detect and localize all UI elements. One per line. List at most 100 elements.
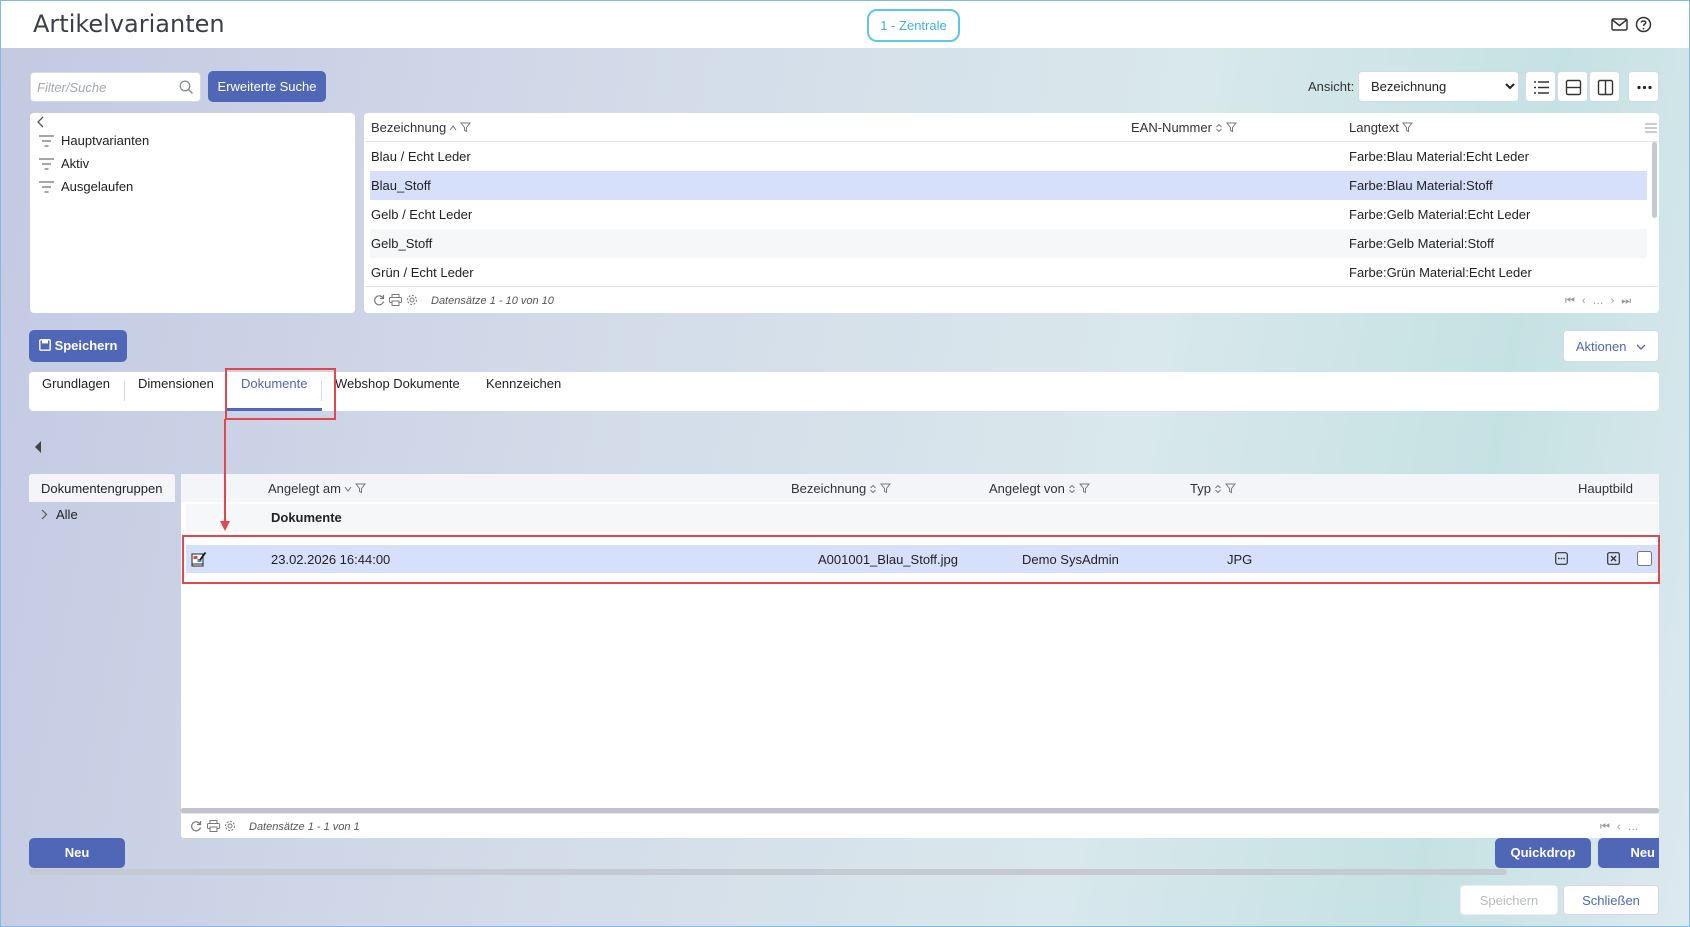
advanced-search-button[interactable]: Erweiterte Suche <box>208 71 326 102</box>
sort-icon <box>870 484 877 493</box>
cell-bezeichnung: Gelb_Stoff <box>371 236 433 251</box>
sort-desc-icon <box>344 486 352 492</box>
new-button-left[interactable]: Neu <box>29 838 125 868</box>
split-vertical-icon <box>1597 79 1614 96</box>
footer-divider <box>365 286 1658 287</box>
column-header-label: EAN-Nummer <box>1131 120 1212 135</box>
refresh-icon[interactable] <box>190 820 202 835</box>
settings-icon[interactable] <box>224 820 236 835</box>
chevron-right-icon <box>41 509 48 520</box>
pagination-icon[interactable]: ⏮‹…›⏭ <box>1565 295 1638 308</box>
chevron-down-icon <box>1636 344 1646 350</box>
mail-icon[interactable] <box>1611 16 1628 33</box>
filter-icon <box>1401 122 1413 133</box>
filter-item-label: Aktiv <box>61 156 90 171</box>
annotation-box-tab <box>225 368 336 420</box>
group-row-label: Dokumente <box>271 510 342 525</box>
group-row[interactable] <box>186 504 1659 532</box>
cell-bezeichnung: Blau_Stoff <box>371 178 431 193</box>
filter-item-label: Hauptvarianten <box>61 133 150 148</box>
table-row[interactable]: Gelb_Stoff Farbe:Gelb Material:Stoff <box>370 229 1647 258</box>
doc-groups-title: Dokumentengruppen <box>41 481 163 496</box>
list-view-button[interactable] <box>1525 71 1556 102</box>
new-button-right[interactable]: Neu <box>1598 838 1659 868</box>
help-icon[interactable] <box>1635 16 1652 33</box>
tab-grundlagen[interactable]: Grundlagen <box>42 376 110 391</box>
search-input[interactable] <box>31 73 169 101</box>
records-info: Datensätze 1 - 10 von 10 <box>431 295 554 307</box>
filter-lines-icon <box>39 157 54 170</box>
sort-icon <box>1215 484 1221 493</box>
bottom-scrollbar[interactable] <box>29 869 1507 875</box>
collapse-left-icon[interactable] <box>36 116 46 131</box>
cell-langtext: Farbe:Blau Material:Echt Leder <box>1349 149 1529 164</box>
filter-lines-icon <box>39 180 54 193</box>
scrollbar[interactable] <box>1652 142 1657 218</box>
column-header-langtext[interactable]: Langtext <box>1349 120 1413 135</box>
records-info: Datensätze 1 - 1 von 1 <box>249 821 360 833</box>
column-header-label: Typ <box>1190 481 1211 496</box>
more-options-button[interactable] <box>1628 71 1659 102</box>
table-row[interactable]: Gelb / Echt Leder Farbe:Gelb Material:Ec… <box>370 200 1647 229</box>
column-menu-icon[interactable] <box>1645 121 1657 136</box>
column-header-label: Hauptbild <box>1578 481 1633 496</box>
documents-grid-header <box>181 474 1659 502</box>
top-bar: Artikelvarianten 1 - Zentrale <box>1 1 1689 48</box>
doc-group-item-alle[interactable]: Alle <box>41 507 78 522</box>
actions-dropdown[interactable]: Aktionen <box>1563 330 1659 362</box>
quickdrop-button[interactable]: Quickdrop <box>1495 838 1591 868</box>
sort-icon <box>1216 123 1222 132</box>
cell-langtext: Farbe:Blau Material:Stoff <box>1349 178 1493 193</box>
filter-icon <box>355 483 366 494</box>
cell-langtext: Farbe:Grün Material:Echt Leder <box>1349 265 1532 280</box>
column-header-label: Angelegt am <box>268 481 341 496</box>
column-header-bezeichnung[interactable]: Bezeichnung <box>371 120 472 135</box>
close-button[interactable]: Schließen <box>1563 885 1659 915</box>
collapse-panel-icon[interactable] <box>34 440 42 457</box>
save-button-disabled: Speichern <box>1460 885 1558 915</box>
column-header-bezeichnung[interactable]: Bezeichnung <box>791 481 892 496</box>
print-icon[interactable] <box>389 294 402 309</box>
split-horizontal-icon <box>1565 79 1582 96</box>
view-select[interactable]: Bezeichnung <box>1358 71 1519 102</box>
table-row-selected[interactable]: Blau_Stoff Farbe:Blau Material:Stoff <box>370 171 1647 200</box>
cell-langtext: Farbe:Gelb Material:Stoff <box>1349 236 1494 251</box>
sort-asc-icon <box>449 124 457 130</box>
filter-icon <box>1078 483 1090 494</box>
filter-item-ausgelaufen[interactable]: Ausgelaufen <box>38 179 133 194</box>
pagination-icon[interactable]: ⏮‹… <box>1600 821 1646 834</box>
search-icon[interactable] <box>179 80 194 98</box>
filter-item-hauptvarianten[interactable]: Hauptvarianten <box>38 133 149 148</box>
settings-icon[interactable] <box>406 294 418 309</box>
doc-group-label: Alle <box>56 507 78 522</box>
tab-webshop-dokumente[interactable]: Webshop Dokumente <box>335 376 460 391</box>
branch-selector[interactable]: 1 - Zentrale <box>867 9 960 42</box>
filter-icon <box>1225 122 1237 133</box>
tab-separator <box>124 381 125 401</box>
column-header-angelegt-am[interactable]: Angelegt am <box>268 481 366 496</box>
table-row[interactable]: Grün / Echt Leder Farbe:Grün Material:Ec… <box>370 258 1647 284</box>
more-icon <box>1637 85 1652 90</box>
column-header-typ[interactable]: Typ <box>1190 481 1236 496</box>
filter-icon <box>1224 483 1236 494</box>
tab-kennzeichen[interactable]: Kennzeichen <box>486 376 561 391</box>
column-header-ean[interactable]: EAN-Nummer <box>1131 120 1237 135</box>
filter-lines-icon <box>39 134 54 147</box>
filter-item-label: Ausgelaufen <box>61 179 134 194</box>
view-label: Ansicht: <box>1308 79 1355 94</box>
save-button[interactable]: Speichern <box>29 330 127 362</box>
list-view-icon <box>1534 81 1549 94</box>
footer-divider <box>181 813 1659 814</box>
column-header-angelegt-von[interactable]: Angelegt von <box>989 481 1090 496</box>
table-row[interactable]: Blau / Echt Leder Farbe:Blau Material:Ec… <box>370 142 1647 171</box>
save-label: Speichern <box>54 338 118 353</box>
split-horizontal-button[interactable] <box>1557 71 1588 102</box>
tab-dimensionen[interactable]: Dimensionen <box>138 376 214 391</box>
print-icon[interactable] <box>207 820 220 835</box>
refresh-icon[interactable] <box>373 294 385 309</box>
cell-langtext: Farbe:Gelb Material:Echt Leder <box>1349 207 1531 222</box>
split-vertical-button[interactable] <box>1589 71 1620 102</box>
cell-bezeichnung: Grün / Echt Leder <box>371 265 474 280</box>
column-header-hauptbild[interactable]: Hauptbild <box>1578 481 1633 496</box>
filter-item-aktiv[interactable]: Aktiv <box>38 156 89 171</box>
